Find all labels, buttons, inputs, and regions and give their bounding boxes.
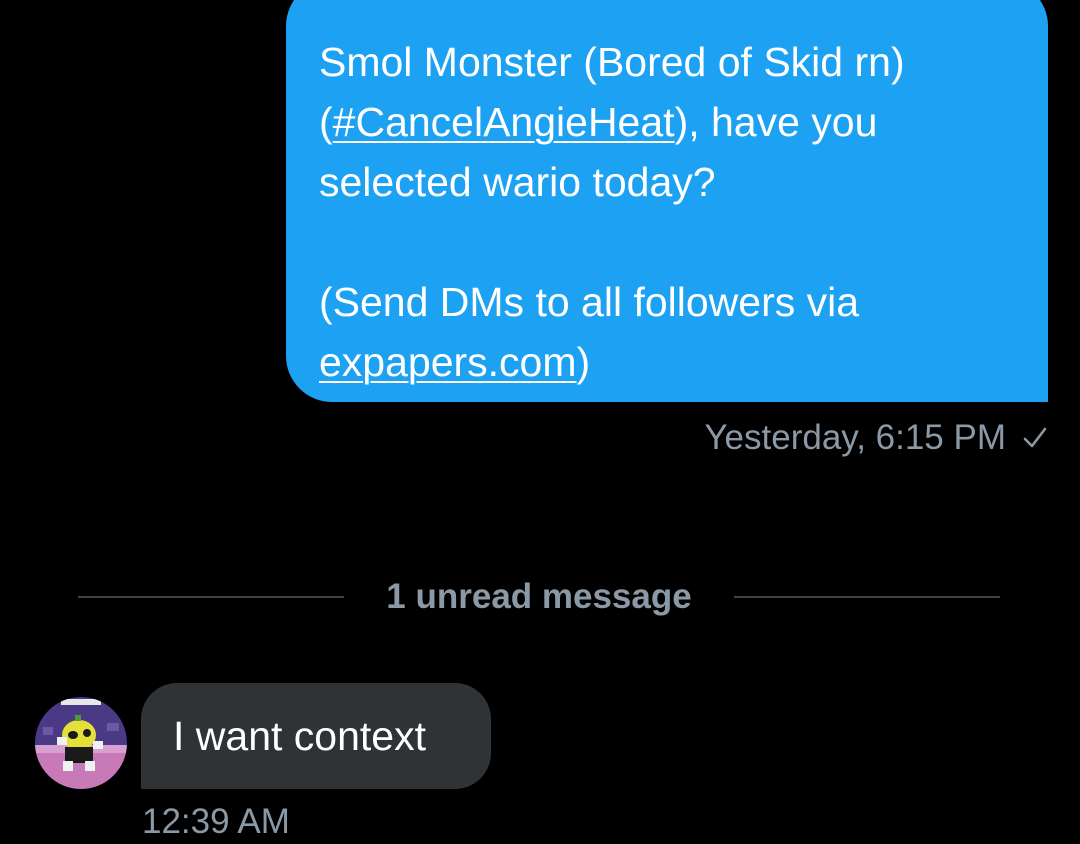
avatar-image	[35, 697, 127, 789]
url-link[interactable]: expapers.com	[319, 339, 577, 385]
received-message-text: I want context	[173, 712, 426, 759]
divider-line-left	[78, 596, 345, 598]
checkmark-icon	[1023, 427, 1047, 448]
sent-message-bubble[interactable]: Smol Monster (Bored of Skid rn) (#Cancel…	[286, 0, 1048, 402]
sent-message-line: (#CancelAngieHeat), have you	[319, 99, 878, 145]
sent-timestamp: Yesterday, 6:15 PM	[704, 418, 1006, 457]
received-message-bubble[interactable]: I want context	[141, 683, 491, 789]
divider-line-right	[733, 596, 1000, 598]
unread-divider-label: 1 unread message	[386, 577, 692, 616]
received-timestamp: 12:39 AM	[142, 802, 290, 841]
avatar[interactable]	[35, 697, 127, 789]
sent-message-meta: Yesterday, 6:15 PM	[704, 416, 1048, 460]
sent-message-line: expapers.com)	[319, 339, 591, 385]
sent-message-line: selected wario today?	[319, 159, 716, 205]
sent-message-line: (Send DMs to all followers via	[319, 279, 860, 325]
unread-divider: 1 unread message	[78, 574, 1000, 620]
sent-message-line: Smol Monster (Bored of Skid rn)	[319, 39, 905, 85]
hashtag-link[interactable]: #CancelAngieHeat	[333, 99, 675, 145]
dm-conversation-screen: Smol Monster (Bored of Skid rn) (#Cancel…	[0, 0, 1080, 844]
